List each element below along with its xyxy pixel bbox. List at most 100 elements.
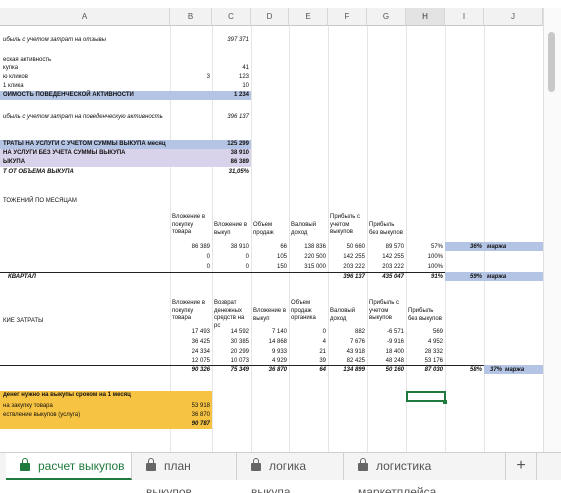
t2-header-refund: Возврат денежных средств на рс xyxy=(214,300,245,329)
t1-r1-c6: 89 570 xyxy=(385,244,404,250)
add-sheet-button[interactable]: + xyxy=(506,453,537,480)
label-behavioral: еская активность xyxy=(3,57,52,63)
t2-r2-c1: 36 425 xyxy=(191,339,210,345)
t1-header-profit-without: Прибыль без выкупов xyxy=(369,222,403,236)
t1-header-investment: Вложение в покупку товара xyxy=(172,214,206,235)
value-profit-reviews: 397 371 xyxy=(227,37,249,43)
label-costs-incl: ТРАТЫ НА УСЛУГИ С УЧЕТОМ СУММЫ ВЫКУПА ме… xyxy=(3,141,166,147)
value-one-click: 10 xyxy=(242,83,249,89)
label-pokupka: купка xyxy=(3,65,19,71)
summary-r1-val: 53 918 xyxy=(191,403,210,409)
total-border xyxy=(0,272,445,273)
t2-r1-c4: 0 xyxy=(322,329,326,335)
label-clicks: ю кликов xyxy=(3,74,28,80)
column-header-g[interactable]: G xyxy=(367,8,406,26)
t1-total-c7: 91% xyxy=(430,274,443,280)
summary-r1-label: на закупку товара xyxy=(3,403,53,409)
t2-r3-c7: 28 332 xyxy=(424,349,443,355)
t2-header-vykup: Вложение в выкуп xyxy=(253,308,287,322)
t1-header-vykup: Вложение в выкуп xyxy=(214,222,248,236)
t1-r1-c2: 38 910 xyxy=(230,244,249,250)
t1-header-profit-with: Прибыль с учетом выкупов xyxy=(330,214,361,235)
t2-total-c3: 36 870 xyxy=(268,367,287,373)
t1-total-c5: 396 137 xyxy=(343,274,365,280)
t1-r2-c3: 105 xyxy=(276,254,287,260)
column-header-e[interactable]: E xyxy=(289,8,328,26)
label-monthly: ТОЖЕНИЙ ПО МЕСЯЦАМ xyxy=(3,198,77,204)
t2-r3-c5: 43 918 xyxy=(346,349,365,355)
t2-r1-c2: 14 592 xyxy=(230,329,249,335)
column-header-j[interactable]: J xyxy=(484,8,543,26)
fill-handle[interactable] xyxy=(443,400,447,404)
t1-total-label: КВАРТАЛ xyxy=(8,274,36,280)
column-header-c[interactable]: C xyxy=(212,8,251,26)
tab-raschet-vykupov[interactable]: расчет выкупов xyxy=(6,453,132,480)
gridline xyxy=(251,26,252,478)
selected-cell[interactable] xyxy=(406,391,446,402)
t2-header-profit-with: Прибыль с учетом выкупов xyxy=(369,300,400,321)
gridline xyxy=(367,26,368,478)
t1-r2-c6: 142 255 xyxy=(382,254,404,260)
t2-total-c6: 50 160 xyxy=(385,367,404,373)
t1-r1-c7: 57% xyxy=(430,244,443,250)
lock-icon xyxy=(251,458,261,471)
t2-r1-c6: -6 571 xyxy=(386,329,404,335)
t2-total-c1: 90 326 xyxy=(191,367,210,373)
t1-r3-c7: 100% xyxy=(427,264,443,270)
column-header-i[interactable]: I xyxy=(445,8,484,26)
t2-label: КИЕ ЗАТРАТЫ xyxy=(3,318,44,324)
gridline xyxy=(445,26,446,478)
lock-icon xyxy=(358,458,368,471)
column-header-f[interactable]: F xyxy=(328,8,367,26)
t2-total-c4: 64 xyxy=(319,367,326,373)
column-header-h[interactable]: H xyxy=(406,8,445,26)
t2-r2-c6: -9 916 xyxy=(386,339,404,345)
t2-r3-c4: 21 xyxy=(319,349,326,355)
lock-icon xyxy=(20,458,30,471)
vertical-scrollbar[interactable] xyxy=(543,8,561,478)
summary-r2-label: ествление выкупов (услуга) xyxy=(3,412,81,418)
t2-r1-c1: 17 493 xyxy=(191,329,210,335)
t2-r2-c3: 14 868 xyxy=(268,339,287,345)
gridline xyxy=(289,26,290,478)
t1-r1-c1: 86 389 xyxy=(191,244,210,250)
scrollbar-thumb[interactable] xyxy=(548,32,555,92)
t2-marzha-pct: 37% xyxy=(489,367,502,373)
t1-marzha2-label: маржа xyxy=(487,274,507,280)
t1-r2-c4: 220 500 xyxy=(304,254,326,260)
t2-r3-c3: 9 933 xyxy=(271,349,287,355)
gridline xyxy=(484,26,485,478)
tab-plan-vykupov[interactable]: план выкупов xyxy=(132,453,237,493)
sheet-tab-bar: расчет выкупов план выкупов логика выкуп… xyxy=(0,452,561,493)
column-header-b[interactable]: B xyxy=(170,8,212,26)
spreadsheet-window: A B C D E F G H I J ибыль с учетом затра… xyxy=(0,0,561,493)
value-clicks-c: 123 xyxy=(238,74,249,80)
column-header-a[interactable]: A xyxy=(0,8,170,26)
total-border xyxy=(0,365,543,366)
tab-logika-vykupa[interactable]: логика выкупа xyxy=(237,453,344,493)
column-header-d[interactable]: D xyxy=(251,8,289,26)
t1-r3-c1: 0 xyxy=(206,264,210,270)
t1-r3-c6: 203 222 xyxy=(382,264,404,270)
t2-r1-c7: 569 xyxy=(432,329,443,335)
value-ot-obema: 31,05% xyxy=(228,169,249,175)
t1-r1-c4: 138 836 xyxy=(304,244,326,250)
value-costs-excl: 38 910 xyxy=(230,150,249,156)
value-cost-behavior: 1 234 xyxy=(233,92,249,98)
t2-r2-c2: 30 385 xyxy=(230,339,249,345)
t1-r3-c4: 315 000 xyxy=(304,264,326,270)
t1-r2-c2: 0 xyxy=(245,254,249,260)
summary-total: 90 787 xyxy=(191,421,210,427)
t2-r3-c6: 18 400 xyxy=(385,349,404,355)
value-vykupa: 86 389 xyxy=(230,159,249,165)
t1-header-sales: Объем продаж xyxy=(253,222,274,236)
value-profit-behavior: 396 137 xyxy=(227,114,249,120)
t1-r3-c2: 0 xyxy=(245,264,249,270)
summary-title: денег нужно на выкупы сроком на 1 месяц xyxy=(3,392,131,398)
sheet-grid[interactable]: A B C D E F G H I J ибыль с учетом затра… xyxy=(0,0,543,478)
t2-r2-c7: 4 952 xyxy=(427,339,443,345)
t1-r3-c3: 150 xyxy=(276,264,287,270)
t2-header-gross: Валовый доход xyxy=(330,308,356,322)
tab-logistika[interactable]: логистика маркетплейса xyxy=(344,453,506,493)
value-clicks-b: 3 xyxy=(206,74,210,80)
